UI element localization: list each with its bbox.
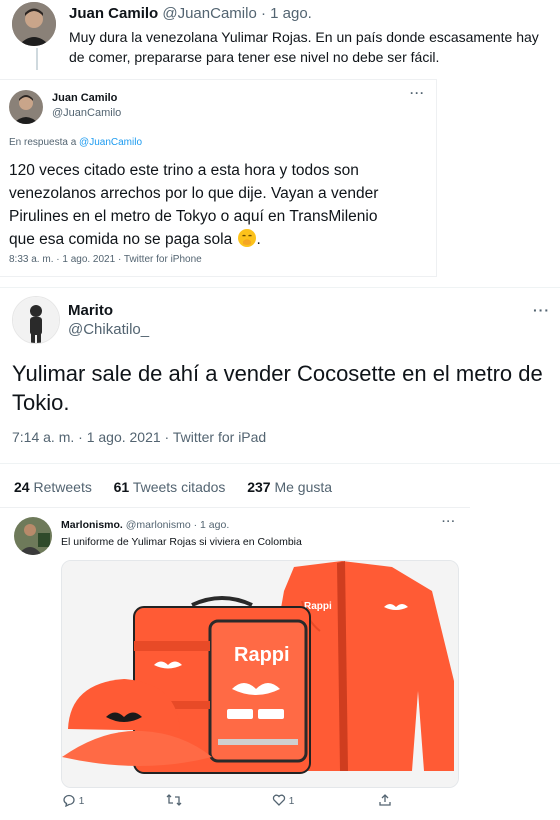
- tweet-text-end: .: [256, 231, 261, 248]
- stat-label: Tweets citados: [132, 479, 226, 495]
- avatar[interactable]: [14, 517, 52, 555]
- quoted-tweet-card[interactable]: Juan Camilo @JuanCamilo ··· En respuesta…: [0, 79, 437, 277]
- reply-icon: [63, 794, 75, 808]
- face-emoji-icon: [237, 228, 257, 255]
- stat-label: Retweets: [33, 479, 92, 495]
- tweet-text-line: que esa comida no se paga sola: [9, 231, 233, 248]
- reply-to-link[interactable]: @JuanCamilo: [79, 137, 142, 148]
- like-count: 1: [288, 796, 295, 807]
- tweet-text-line: Yulimar sale de ahí a vender Cocosette e…: [12, 361, 543, 386]
- reply-count: 1: [78, 796, 85, 807]
- avatar[interactable]: [12, 296, 60, 344]
- quote-tweets-stat[interactable]: 61 Tweets citados: [114, 479, 230, 495]
- tweet-text-line: 120 veces citado este trino a esta hora …: [9, 162, 359, 179]
- tweet-text-line: Muy dura la venezolana Yulimar Rojas. En…: [69, 29, 539, 45]
- avatar[interactable]: [9, 90, 43, 124]
- author-handle[interactable]: @Chikatilo_: [68, 321, 149, 338]
- divider: [0, 463, 560, 464]
- tweet-text-line: de comer, prepararse para tener ese nive…: [69, 49, 440, 65]
- more-options-icon[interactable]: ···: [410, 86, 425, 100]
- author-handle[interactable]: @marlonismo: [126, 519, 191, 531]
- retweet-action[interactable]: [166, 793, 182, 807]
- backpack-logo: Rappi: [234, 644, 290, 666]
- reply-tweet[interactable]: Marlonismo. @marlonismo · 1 ago. ··· El …: [0, 507, 470, 820]
- tweet-time[interactable]: · 1 ago.: [261, 5, 312, 22]
- author-name[interactable]: Juan Camilo: [52, 92, 117, 104]
- stat-count: 237: [247, 479, 271, 495]
- likes-stat[interactable]: 237 Me gusta: [247, 479, 332, 495]
- stat-count: 61: [113, 479, 130, 495]
- tweet-text-line: venezolanos arrechos por lo que dije. Va…: [9, 185, 379, 202]
- avatar[interactable]: [12, 2, 56, 46]
- tweet-media-image[interactable]: Rappi Rappi: [61, 560, 459, 788]
- author-name[interactable]: Marito: [68, 302, 113, 319]
- tweet-text-line: Pirulines en el metro de Tokyo o aquí en…: [9, 208, 378, 225]
- share-action[interactable]: [378, 793, 392, 812]
- share-icon: [379, 794, 391, 806]
- tweet-time[interactable]: · 1 ago.: [194, 519, 230, 531]
- more-options-icon[interactable]: ···: [442, 516, 456, 528]
- author-handle[interactable]: @JuanCamilo: [52, 107, 121, 119]
- stat-label: Me gusta: [274, 479, 333, 495]
- stat-count: 24: [14, 479, 30, 495]
- author-name[interactable]: Marlonismo.: [61, 519, 123, 531]
- reply-action[interactable]: 1: [62, 793, 85, 808]
- retweets-stat[interactable]: 24 Retweets: [14, 479, 96, 495]
- thread-line: [36, 48, 38, 70]
- tweet-stats: 24 Retweets 61 Tweets citados 237 Me gus…: [14, 479, 332, 495]
- like-action[interactable]: 1: [272, 793, 294, 807]
- retweet-icon: [166, 794, 182, 806]
- reply-context-label: En respuesta a: [9, 137, 77, 148]
- more-options-icon[interactable]: ···: [533, 302, 550, 318]
- author-name[interactable]: Juan Camilo: [69, 5, 158, 22]
- tweet-text: El uniforme de Yulimar Rojas si viviera …: [61, 536, 302, 548]
- author-handle[interactable]: @JuanCamilo: [162, 5, 256, 22]
- tweet-text-line: Tokio.: [12, 390, 70, 415]
- tweet-meta[interactable]: 8:33 a. m. · 1 ago. 2021 · Twitter for i…: [9, 254, 202, 265]
- divider: [0, 287, 560, 288]
- tweet-meta[interactable]: 7:14 a. m. · 1 ago. 2021 · Twitter for i…: [12, 429, 266, 445]
- heart-icon: [272, 794, 286, 806]
